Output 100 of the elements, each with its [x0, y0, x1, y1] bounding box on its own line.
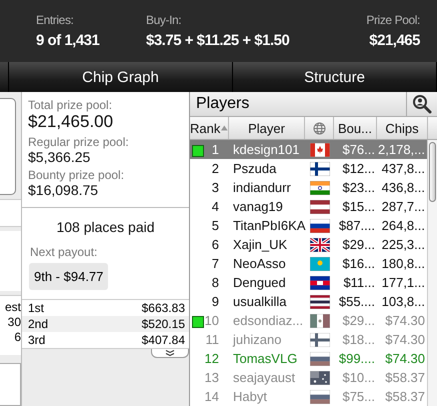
player-name: TomasVLG: [232, 351, 298, 366]
column-header[interactable]: Player: [229, 117, 305, 139]
column-header[interactable]: Bou...: [334, 117, 377, 139]
flag-icon: [310, 162, 330, 176]
tab[interactable]: Chip Graph: [9, 62, 233, 92]
payout-amount: $407.84: [142, 333, 185, 348]
chips-value: 225,3...: [380, 237, 426, 252]
player-row[interactable]: 3 indiandurr $23... 436,8...: [190, 178, 427, 197]
player-row[interactable]: 4 vanag19 $15... 287,7...: [190, 197, 427, 216]
next-payout-label: Next payout:: [30, 245, 98, 259]
player-row[interactable]: 12 TomasVLG $99.... $74.30: [190, 349, 427, 368]
chips-value: 264,8...: [380, 218, 426, 233]
flag-icon: [310, 352, 330, 366]
player-name: edsondiaz...: [232, 313, 304, 328]
flag-icon: [310, 200, 330, 214]
bounty-value: $29...: [341, 313, 376, 328]
chips-value: $74.30: [384, 313, 426, 328]
flag-icon: [310, 314, 330, 328]
chips-value: 287,7...: [380, 199, 426, 214]
bounty-value: $29...: [341, 237, 376, 252]
double-chevron-icon: [165, 350, 175, 356]
stat-value: $21,465: [369, 32, 420, 49]
stat-label: Prize Pool:: [366, 13, 420, 27]
chips-value: $58.37: [384, 370, 426, 385]
globe-icon: [312, 122, 326, 134]
rank-number: 12: [204, 351, 219, 366]
bounty-value: $76...: [341, 142, 376, 157]
payout-place: 1st: [28, 301, 44, 316]
bounty-value: $11...: [342, 275, 376, 290]
pool-label: Bounty prize pool:: [28, 168, 124, 182]
player-name: TitanPbI6KA: [232, 218, 305, 233]
rank-number: 13: [204, 370, 219, 385]
rank-number: 2: [212, 161, 219, 176]
pool-label: Regular prize pool:: [28, 135, 129, 149]
rank-number: 4: [212, 199, 219, 214]
player-row[interactable]: 7 NeoAsso $16... 180,8...: [190, 254, 427, 273]
stat-label: Buy-In:: [146, 13, 182, 27]
payout-amount: $520.15: [142, 317, 185, 332]
flag-icon: [310, 390, 330, 404]
player-name: seajayaust: [232, 370, 296, 385]
flag-icon: [310, 218, 330, 232]
chips-value: 180,8...: [380, 256, 426, 271]
rank-number: 5: [212, 218, 219, 233]
chips-value: $74.30: [384, 332, 426, 347]
pool-label: Total prize pool:: [28, 98, 112, 112]
pool-value: $21,465.00: [28, 112, 114, 132]
column-header[interactable]: Chips: [377, 117, 428, 139]
payout-place: 2nd: [28, 317, 48, 332]
bounty-value: $75...: [341, 389, 376, 404]
bounty-value: $15...: [341, 199, 376, 214]
player-name: usualkilla: [232, 294, 288, 309]
flag-icon: [310, 294, 330, 308]
pool-value: $16,098.75: [28, 182, 100, 198]
chips-value: 437,8...: [380, 161, 426, 176]
player-row[interactable]: 1 kdesign101 $76... 2,178,...: [190, 140, 427, 159]
bounty-value: $55....: [338, 294, 376, 309]
player-name: Dengued: [232, 275, 287, 290]
expand-button[interactable]: [151, 349, 189, 358]
rank-number: 11: [206, 332, 219, 347]
player-row[interactable]: 2 Pszuda $12... 437,8...: [190, 159, 427, 178]
flag-icon: [310, 238, 330, 252]
player-name: kdesign101: [232, 142, 300, 157]
scrollbar[interactable]: [427, 140, 437, 406]
stat-value: $3.75 + $11.25 + $1.50: [146, 32, 290, 49]
pool-value: $5,366.25: [28, 149, 92, 165]
places-paid: 108 places paid: [55, 218, 156, 237]
flag-icon: [310, 370, 330, 384]
player-name: vanag19: [232, 199, 284, 214]
panel-title: Players: [195, 95, 250, 113]
player-name: indiandurr: [232, 180, 292, 195]
player-row[interactable]: 6 Xajin_UK $29... 225,3...: [190, 235, 427, 254]
payout-place: 3rd: [28, 333, 46, 348]
flag-icon: [310, 180, 330, 194]
column-header[interactable]: Rank: [190, 117, 229, 139]
search-icon: [412, 94, 432, 114]
rank-number: 14: [204, 389, 219, 404]
player-name: Habyt: [232, 389, 268, 404]
chips-value: 2,178,...: [377, 142, 426, 157]
player-row[interactable]: 5 TitanPbI6KA $87.... 264,8...: [190, 216, 427, 235]
sort-icon: [221, 125, 228, 131]
cut-text: est: [4, 300, 21, 315]
player-name: Xajin_UK: [232, 237, 288, 252]
rank-number: 6: [212, 237, 219, 252]
bounty-value: $10...: [341, 370, 376, 385]
player-row[interactable]: 8 Dengued $11... 177,1...: [190, 273, 427, 292]
tab[interactable]: Structure: [233, 62, 437, 92]
payout-amount: $663.83: [142, 301, 185, 316]
flag-icon: [310, 276, 330, 290]
chips-value: $74.30: [384, 351, 426, 366]
flag-icon: [310, 142, 330, 156]
rank-number: 8: [212, 275, 219, 290]
scroll-thumb[interactable]: [429, 142, 436, 202]
chips-value: 436,8...: [380, 180, 426, 195]
flag-icon: [310, 332, 330, 346]
bounty-value: $23...: [341, 180, 376, 195]
bounty-value: $12...: [341, 161, 376, 176]
player-row[interactable]: 9 usualkilla $55.... 103,8...: [190, 292, 427, 311]
cut-text: 30: [8, 315, 21, 330]
tab-edge: [0, 62, 9, 92]
bounty-value: $87....: [338, 218, 376, 233]
